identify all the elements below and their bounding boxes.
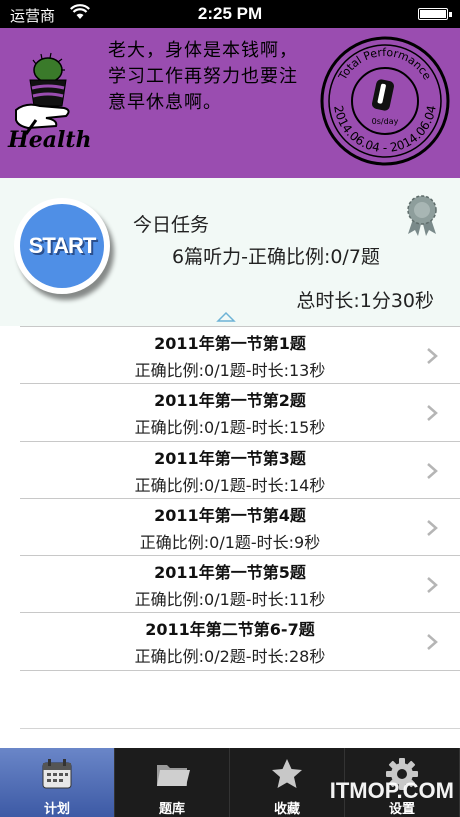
task-total-duration: 总时长:1分30秒 — [296, 290, 434, 312]
list-item-title: 2011年第二节第6-7题 — [145, 620, 315, 640]
list-item-title: 2011年第一节第3题 — [154, 448, 306, 468]
start-button[interactable]: START — [14, 198, 110, 294]
tab-plan[interactable]: 计划 — [0, 748, 115, 817]
clock: 2:25 PM — [197, 4, 263, 23]
list-item[interactable]: 2011年第一节第3题 正确比例:0/1题-时长:14秒 — [20, 440, 460, 498]
chevron-right-icon — [427, 577, 438, 594]
health-logo-text: Health — [8, 127, 92, 153]
list-item[interactable]: 2011年第一节第5题 正确比例:0/1题-时长:11秒 — [20, 555, 460, 613]
tab-plan-label: 计划 — [43, 802, 70, 817]
task-title: 今日任务 — [133, 214, 210, 236]
list-item-subtitle: 正确比例:0/1题-时长:14秒 — [134, 475, 326, 495]
list-item-subtitle: 正确比例:0/2题-时长:28秒 — [134, 647, 326, 667]
collapse-arrow-icon[interactable] — [216, 311, 236, 323]
svg-text:2014.06.04 - 2014.06.04: 2014.06.04 - 2014.06.04 — [331, 104, 439, 155]
svg-text:Total Performance: Total Performance — [336, 46, 434, 83]
chevron-right-icon — [427, 462, 438, 479]
list-item-title: 2011年第一节第5题 — [154, 563, 306, 583]
task-description: 6篇听力-正确比例:0/7题 — [172, 246, 380, 268]
stamp-bottom-text: 2014.06.04 - 2014.06.04 — [331, 104, 439, 155]
award-ribbon-icon[interactable] — [404, 194, 440, 236]
tab-question-bank[interactable]: 题库 — [115, 748, 230, 817]
battery-icon — [418, 8, 452, 20]
stamp-top-text: Total Performance — [336, 46, 434, 83]
list-item-subtitle: 正确比例:0/1题-时长:9秒 — [139, 532, 321, 552]
stamp-center-text: 0s/day — [372, 117, 399, 126]
calendar-icon — [42, 759, 72, 789]
header-banner: Health 老大，身体是本钱啊，学习工作再努力也要注意早休息啊。 Total … — [0, 28, 460, 178]
list-item[interactable]: 2011年第一节第2题 正确比例:0/1题-时长:15秒 — [20, 383, 460, 441]
list-item-title: 2011年第一节第2题 — [154, 391, 306, 411]
question-list: 2011年第一节第1题 正确比例:0/1题-时长:13秒 2011年第一节第2题… — [20, 326, 460, 670]
performance-stamp-icon: Total Performance 2014.06.04 - 2014.06.0… — [320, 36, 450, 166]
list-item[interactable]: 2011年第一节第1题 正确比例:0/1题-时长:13秒 — [20, 326, 460, 384]
watermark: ITMOP.COM — [329, 778, 454, 803]
list-item[interactable]: 2011年第一节第4题 正确比例:0/1题-时长:9秒 — [20, 497, 460, 556]
tab-question-bank-label: 题库 — [158, 802, 185, 817]
chevron-right-icon — [427, 348, 438, 364]
divider — [20, 728, 460, 729]
tab-favorites[interactable]: 收藏 — [230, 748, 345, 817]
status-bar: 运营商 2:25 PM — [0, 0, 460, 28]
list-item-title: 2011年第一节第4题 — [154, 505, 306, 525]
list-item-title: 2011年第一节第1题 — [154, 334, 306, 353]
folder-icon — [157, 765, 190, 786]
tab-favorites-label: 收藏 — [273, 802, 300, 817]
today-task-panel: START 今日任务 6篇听力-正确比例:0/7题 总时长:1分30秒 — [0, 178, 460, 326]
star-icon — [272, 759, 302, 788]
chevron-right-icon — [427, 405, 438, 422]
list-item-subtitle: 正确比例:0/1题-时长:13秒 — [134, 361, 326, 380]
list-divider — [20, 670, 460, 671]
motto-text: 老大，身体是本钱啊，学习工作再努力也要注意早休息啊。 — [108, 40, 298, 113]
chevron-right-icon — [427, 519, 438, 536]
list-item[interactable]: 2011年第二节第6-7题 正确比例:0/2题-时长:28秒 — [20, 612, 460, 670]
list-item-subtitle: 正确比例:0/1题-时长:11秒 — [134, 590, 326, 610]
start-button-label: START — [28, 233, 97, 258]
list-item-subtitle: 正确比例:0/1题-时长:15秒 — [134, 418, 326, 438]
chevron-right-icon — [427, 634, 438, 651]
